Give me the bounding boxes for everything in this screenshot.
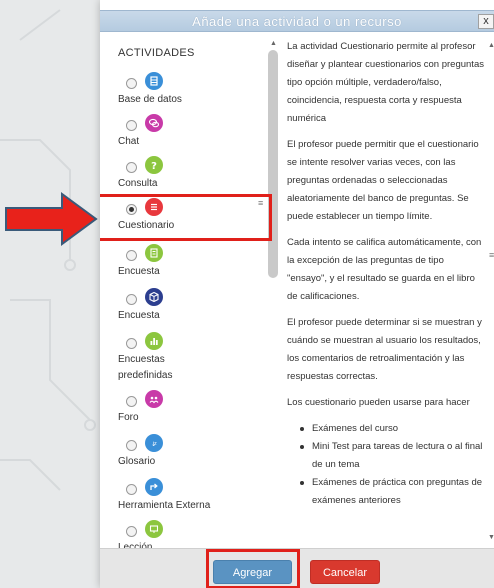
- option-label: Glosario: [118, 456, 156, 467]
- add-button-highlight: [206, 549, 300, 588]
- option-label: Chat: [118, 136, 140, 147]
- dialog-title: Añade una actividad o un recurso: [192, 14, 402, 29]
- annotation-arrow-option: [5, 192, 98, 246]
- survey-icon: [145, 244, 163, 262]
- radio-chat[interactable]: [126, 120, 137, 131]
- activities-list: ACTIVIDADES ▲ ≡ Base de datos Chat ? Con…: [100, 38, 280, 550]
- lesson-icon: [145, 520, 163, 538]
- option-label: Foro: [118, 412, 139, 423]
- help-bullet: Exámenes del curso: [287, 420, 485, 438]
- close-button[interactable]: x: [478, 14, 494, 29]
- radio-consulta[interactable]: [126, 162, 137, 173]
- help-paragraph: El profesor puede permitir que el cuesti…: [287, 139, 479, 222]
- radio-glosario[interactable]: [126, 440, 137, 451]
- radio-encuesta-2[interactable]: [126, 294, 137, 305]
- database-icon: [145, 72, 163, 90]
- scroll-up-arrow-icon[interactable]: ▲: [270, 40, 277, 47]
- activity-help-text: La actividad Cuestionario permite al pro…: [287, 38, 485, 550]
- help-bullet: Mini Test para tareas de lectura o al fi…: [287, 438, 485, 474]
- activities-heading: ACTIVIDADES: [118, 47, 195, 59]
- help-bullet: Exámenes de práctica con preguntas de ex…: [287, 474, 485, 510]
- radio-foro[interactable]: [126, 396, 137, 407]
- help-paragraph: El profesor puede determinar si se muest…: [287, 317, 482, 382]
- activity-chooser-dialog: Añade una actividad o un recurso x ACTIV…: [100, 0, 494, 588]
- help-bullet-list: Exámenes del curso Mini Test para tareas…: [287, 420, 485, 510]
- option-label: Encuesta: [118, 266, 160, 277]
- help-scroll-down-icon[interactable]: ▼: [488, 534, 494, 541]
- help-paragraph: Cada intento se califica automáticamente…: [287, 237, 482, 302]
- radio-database[interactable]: [126, 78, 137, 89]
- help-paragraph: Los cuestionario pueden usarse para hace…: [287, 397, 470, 408]
- activities-scrollbar[interactable]: [268, 50, 278, 278]
- option-label: Encuesta: [118, 310, 160, 321]
- help-grip-icon: ≡: [489, 250, 494, 260]
- dialog-footer: Agregar Cancelar: [100, 548, 494, 588]
- dialog-titlebar: Añade una actividad o un recurso x: [100, 10, 494, 32]
- help-paragraph: La actividad Cuestionario permite al pro…: [287, 41, 484, 124]
- cancel-button[interactable]: Cancelar: [310, 560, 380, 584]
- svg-text:?: ?: [151, 161, 157, 171]
- option-label: Herramienta Externa: [118, 500, 211, 511]
- help-scroll-up-icon[interactable]: ▲: [488, 42, 494, 49]
- bar-chart-icon: [145, 332, 163, 350]
- cube-icon: [145, 288, 163, 306]
- radio-leccion[interactable]: [126, 526, 137, 537]
- svg-text:z: z: [154, 441, 157, 447]
- question-icon: ?: [145, 156, 163, 174]
- radio-herramienta-externa[interactable]: [126, 484, 137, 495]
- option-label: Encuestas predefinidas: [118, 354, 173, 381]
- glossary-icon: ↓ z: [145, 434, 163, 452]
- external-tool-icon: [145, 478, 163, 496]
- option-label: Consulta: [118, 178, 158, 189]
- radio-encuestas-predefinidas[interactable]: [126, 338, 137, 349]
- option-label: Base de datos: [118, 94, 182, 105]
- chat-icon: [145, 114, 163, 132]
- radio-encuesta[interactable]: [126, 250, 137, 261]
- forum-icon: [145, 390, 163, 408]
- selected-option-highlight: [100, 194, 272, 241]
